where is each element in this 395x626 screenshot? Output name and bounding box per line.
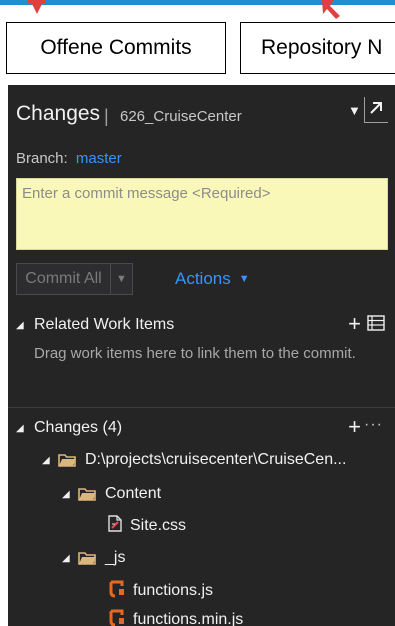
page-title: Changes (16, 102, 101, 125)
commit-dropdown-icon[interactable]: ▼ (111, 264, 132, 294)
expand-triangle-icon[interactable]: ◢ (62, 489, 72, 500)
commit-message-input[interactable]: Enter a commit message <Required> (16, 178, 388, 250)
actions-menu[interactable]: Actions ▼ (175, 269, 250, 289)
actions-caret-icon[interactable]: ▼ (239, 273, 250, 285)
branch-link[interactable]: master (76, 150, 122, 167)
callout-repository-name: Repository N (240, 22, 395, 74)
title-separator: | (104, 106, 109, 126)
changes-header[interactable]: ◢ Changes (4) + ··· (8, 414, 395, 442)
folder-icon (78, 487, 97, 501)
css-file-icon (108, 515, 122, 537)
tree-item-functions-js[interactable]: functions.js (108, 577, 213, 605)
tree-item-label: functions.min.js (133, 611, 244, 626)
repository-name: 626_CruiseCenter (120, 108, 242, 125)
panel-header: Changes | 626_CruiseCenter ▼ (8, 85, 395, 147)
popout-icon[interactable] (364, 97, 388, 123)
tree-item-site-css[interactable]: Site.css (108, 512, 186, 540)
changes-title: Changes (4) (34, 419, 123, 436)
stage-all-icon[interactable]: + (348, 416, 361, 438)
js-file-icon (108, 609, 125, 626)
callout-offene-commits: Offene Commits (6, 22, 226, 74)
team-explorer-panel: Changes | 626_CruiseCenter ▼ Branch: mas… (8, 85, 395, 626)
tree-item-label: Site.css (130, 517, 187, 534)
work-item-list-icon[interactable] (367, 315, 385, 336)
collapse-triangle-icon[interactable]: ◢ (16, 320, 25, 331)
page-dropdown-icon[interactable]: ▼ (348, 103, 361, 118)
commit-all-label[interactable]: Commit All (17, 264, 111, 294)
expand-triangle-icon[interactable]: ◢ (42, 455, 52, 466)
related-work-items-header[interactable]: ◢ Related Work Items + (8, 311, 395, 339)
tree-item-label: functions.js (133, 582, 214, 599)
branch-row: Branch: master (16, 150, 122, 167)
section-divider (8, 407, 395, 408)
tree-item-root-folder[interactable]: ◢ D:\projects\cruisecenter\CruiseCen... (42, 446, 346, 474)
folder-icon (58, 453, 77, 467)
tree-item-label: Content (105, 485, 162, 502)
tree-item-label: D:\projects\cruisecenter\CruiseCen... (85, 451, 347, 468)
js-file-icon (108, 580, 125, 603)
collapse-triangle-icon[interactable]: ◢ (16, 423, 25, 434)
commit-all-button[interactable]: Commit All ▼ (16, 263, 133, 295)
tree-item-content-folder[interactable]: ◢ Content (62, 480, 161, 508)
tree-item-label: _js (105, 549, 126, 566)
related-work-items-title: Related Work Items (34, 316, 175, 333)
actions-label[interactable]: Actions (175, 269, 231, 289)
related-work-items-description: Drag work items here to link them to the… (34, 345, 356, 362)
tree-item-functions-min-js[interactable]: functions.min.js (108, 606, 243, 626)
expand-triangle-icon[interactable]: ◢ (62, 553, 72, 564)
folder-icon (78, 551, 97, 565)
branch-label: Branch: (16, 150, 68, 167)
add-work-item-icon[interactable]: + (348, 313, 361, 335)
tree-item-js-folder[interactable]: ◢ _js (62, 544, 125, 572)
more-options-icon[interactable]: ··· (364, 416, 383, 434)
commit-toolbar: Commit All ▼ Actions ▼ (16, 263, 250, 295)
